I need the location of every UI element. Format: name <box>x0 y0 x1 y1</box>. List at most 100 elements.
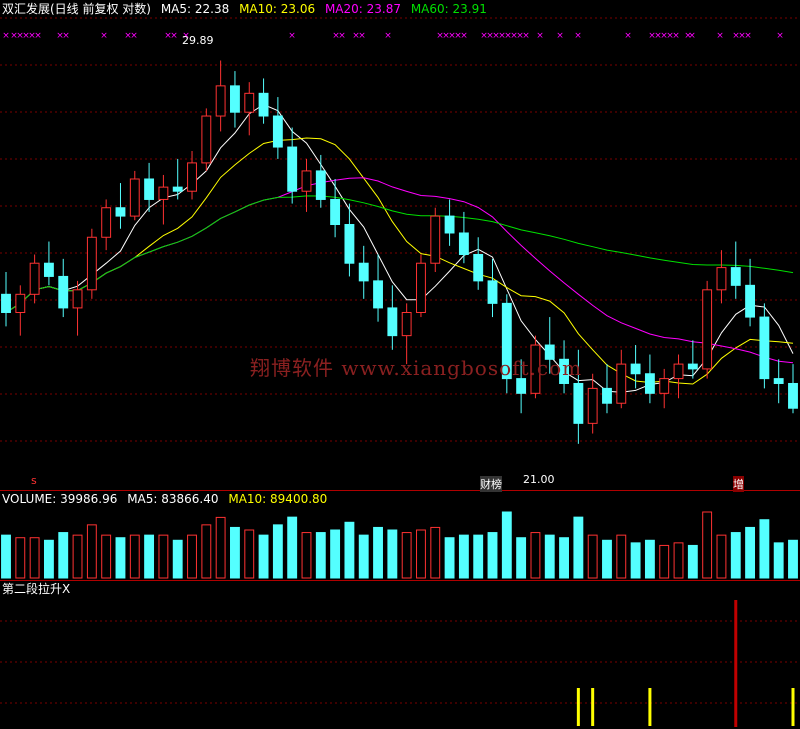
volume-bar <box>158 534 169 579</box>
volume-bar <box>101 534 112 579</box>
volume-bar <box>530 532 541 579</box>
volume-bar <box>301 532 312 579</box>
candle-body <box>72 289 83 309</box>
signal-bar-yellow <box>791 688 795 726</box>
volume-bar <box>745 526 756 579</box>
volume-bar <box>373 526 383 579</box>
volume-bar <box>1 534 11 579</box>
candle-body <box>258 92 269 117</box>
candle-body <box>272 115 283 148</box>
signal-x-marker: × <box>574 31 582 41</box>
candle-body <box>373 280 383 309</box>
volume-label: VOLUME: 39986.96 <box>2 492 118 506</box>
high-price-label: 29.89 <box>182 34 214 47</box>
candle-body <box>659 378 670 394</box>
indicator-name: 第二段拉升X <box>2 582 71 596</box>
candle-body <box>773 378 784 384</box>
signal-x-marker: × <box>2 31 10 41</box>
volume-bar <box>244 529 255 579</box>
signal-x-marker: × <box>384 31 392 41</box>
volume-bar <box>330 529 341 579</box>
volume-bar <box>544 534 555 579</box>
signal-x-marker: × <box>358 31 366 41</box>
volume-bar <box>315 532 326 579</box>
candle-body <box>687 363 698 370</box>
candle-body <box>644 373 655 394</box>
volume-bar <box>201 524 212 579</box>
candle-body <box>86 236 97 291</box>
candle-body <box>587 387 598 424</box>
candle-body <box>630 363 641 375</box>
volume-bar <box>616 534 627 579</box>
candle-body <box>101 207 112 238</box>
volume-bar <box>401 532 412 579</box>
volume-bar <box>444 537 455 579</box>
signal-x-marker: × <box>170 31 178 41</box>
volume-bar <box>29 537 40 579</box>
volume-bar <box>15 537 26 579</box>
candle-body <box>716 267 727 291</box>
chart-markers: × ××××× ×× × ×× ×× × × ×× ×× × ××××× ×××××××× × × × × ×××… <box>2 31 784 41</box>
candle-body <box>602 387 612 404</box>
candle-body <box>759 316 770 380</box>
candle-body <box>315 170 326 200</box>
volume-bar <box>788 539 798 579</box>
candle-body <box>1 293 11 313</box>
volume-bar <box>172 539 183 579</box>
candle-body <box>330 198 341 226</box>
volume-bar <box>387 529 398 579</box>
volume-bar <box>759 519 770 579</box>
signal-bar-yellow <box>591 688 595 726</box>
signal-bar-yellow <box>648 688 652 726</box>
volume-bar <box>716 534 727 579</box>
volume-bar <box>144 534 155 579</box>
volume-bar <box>473 534 484 579</box>
ma10-line <box>5 137 794 385</box>
s-tag: s <box>31 474 37 487</box>
volume-bar <box>215 516 226 579</box>
volume-bar <box>573 516 584 579</box>
candle-body <box>458 232 469 255</box>
volume-bar <box>487 532 498 579</box>
candle-body <box>730 267 741 286</box>
stock-title: 双汇发展(日线 前复权 对数) <box>2 2 151 16</box>
caibang-tag: 财榜 <box>480 476 502 492</box>
volume-bar <box>587 534 598 579</box>
volume-bar <box>43 539 54 579</box>
signal-bar-red <box>734 600 738 727</box>
candle-body <box>301 170 312 192</box>
volume-bar <box>230 526 240 579</box>
candlestick-series <box>1 60 798 444</box>
candle-body <box>15 293 26 313</box>
signal-x-marker: × <box>556 31 564 41</box>
candle-body <box>29 262 40 295</box>
volume-bar <box>358 534 369 579</box>
indicator-header: 第二段拉升X <box>2 582 76 596</box>
volume-bar <box>115 537 126 579</box>
candle-body <box>358 262 369 282</box>
candle-body <box>616 363 627 404</box>
candle-body <box>230 85 240 113</box>
volume-bar <box>730 532 741 579</box>
candle-body <box>673 363 684 380</box>
watermark: 翔博软件 www.xiangbosoft.com <box>250 356 583 380</box>
candle-body <box>287 146 298 192</box>
signal-x-marker: × <box>34 31 42 41</box>
volume-bar <box>773 542 784 579</box>
candle-body <box>416 262 426 313</box>
candle-body <box>387 307 398 337</box>
ma10-label: MA10: 23.06 <box>239 2 316 16</box>
volume-bar <box>458 534 469 579</box>
volume-bar <box>602 539 612 579</box>
signal-x-marker: × <box>338 31 346 41</box>
panel-divider-volume <box>0 490 800 491</box>
signal-x-marker: × <box>130 31 138 41</box>
price-header: 双汇发展(日线 前复权 对数) MA5: 22.38 MA10: 23.06 M… <box>2 2 493 16</box>
candle-body <box>158 186 169 200</box>
volume-bar <box>501 511 512 579</box>
volume-bar <box>416 529 426 579</box>
volume-bar <box>72 534 83 579</box>
candle-body <box>401 311 412 337</box>
candle-body <box>129 178 140 217</box>
volume-bar <box>86 524 97 579</box>
